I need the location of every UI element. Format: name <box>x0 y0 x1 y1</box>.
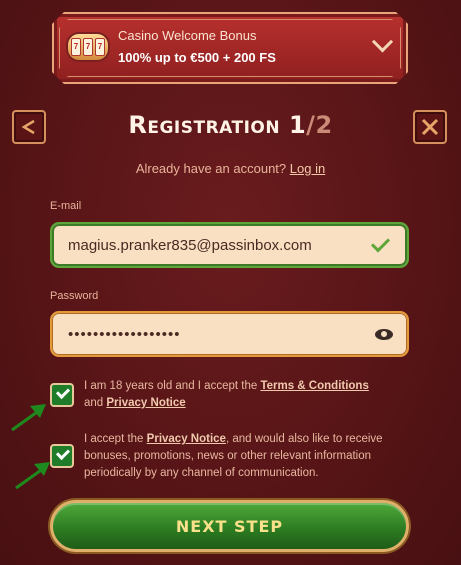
age-terms-checkbox[interactable] <box>50 383 74 407</box>
valid-check-icon <box>370 233 391 253</box>
consent1-text: I am 18 years old and I accept the <box>84 380 258 392</box>
title-text: Registration <box>128 111 281 139</box>
eye-icon[interactable] <box>375 329 393 340</box>
bonus-title: Casino Welcome Bonus <box>118 28 257 43</box>
email-field[interactable]: magius.pranker835@passinbox.com <box>50 222 409 268</box>
step-current: 1 <box>288 111 307 139</box>
arrow-annotation-2 <box>14 460 54 499</box>
privacy-notice-link-2[interactable]: Privacy Notice <box>147 433 226 445</box>
email-label: E-mail <box>50 200 82 212</box>
consent2-text: I accept the <box>84 433 144 445</box>
consent1-and: and <box>84 397 104 409</box>
password-label: Password <box>50 290 99 302</box>
page-title: Registration 1/2 <box>0 111 461 139</box>
bonus-subtitle: 100% up to €500 + 200 FS <box>118 50 276 65</box>
arrow-annotation-1 <box>10 400 50 439</box>
login-prompt: Already have an account? Log in <box>0 161 461 176</box>
email-value: magius.pranker835@passinbox.com <box>68 236 312 254</box>
terms-link[interactable]: Terms & Conditions <box>260 380 368 392</box>
bonus-banner[interactable]: 777 Casino Welcome Bonus 100% up to €500… <box>52 12 408 84</box>
login-prompt-text: Already have an account? <box>135 161 287 176</box>
privacy-notice-link-1[interactable]: Privacy Notice <box>106 397 185 409</box>
password-value: •••••••••••••••••• <box>68 325 181 343</box>
next-step-button[interactable]: NEXT STEP <box>50 500 409 552</box>
age-terms-text: I am 18 years old and I accept the Terms… <box>84 378 384 412</box>
marketing-consent-text: I accept the Privacy Notice, and would a… <box>84 431 409 482</box>
slot-machine-icon: 777 <box>66 32 110 62</box>
password-field[interactable]: •••••••••••••••••• <box>50 311 409 357</box>
step-total: /2 <box>306 111 333 139</box>
login-link[interactable]: Log in <box>290 161 325 176</box>
